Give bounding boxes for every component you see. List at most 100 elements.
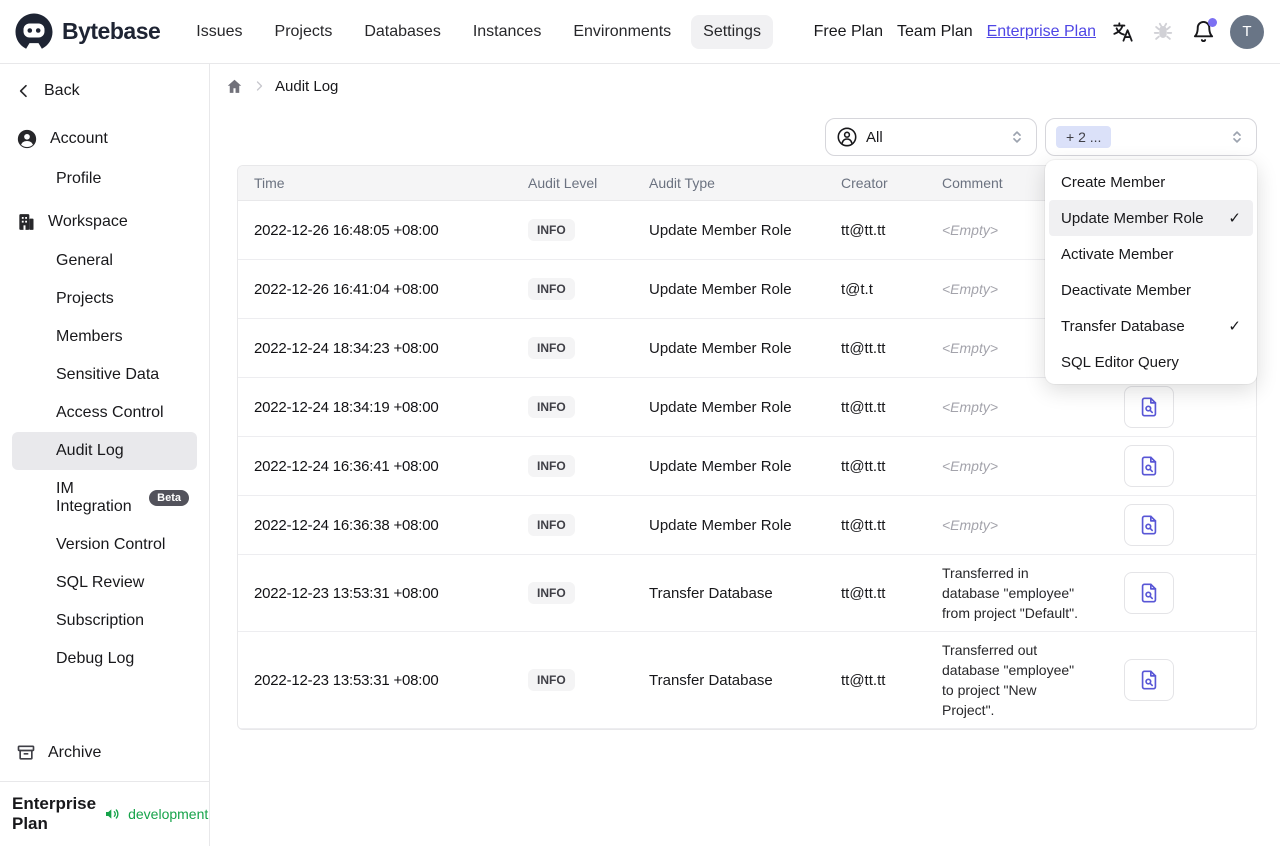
sidebar-item[interactable]: Version Control (12, 526, 197, 564)
level-badge: INFO (528, 396, 575, 418)
cell-comment: <Empty> (926, 448, 1104, 484)
cell-actions (1104, 651, 1256, 709)
environment-mode-label: development (128, 806, 209, 822)
cell-audit-type: Update Member Role (649, 339, 792, 357)
breadcrumb-current-page: Audit Log (275, 77, 339, 95)
sidebar-item-label: Profile (56, 170, 102, 187)
sidebar-item-label: Subscription (56, 612, 145, 629)
sidebar-item[interactable]: Sensitive Data (12, 356, 197, 394)
creator-filter-select[interactable]: All (825, 118, 1037, 156)
cell-creator: t@t.t (841, 280, 873, 298)
level-badge: INFO (528, 219, 575, 241)
back-button[interactable]: Back (12, 74, 197, 108)
sidebar-item-label: SQL Review (56, 574, 145, 591)
table-row: 2022-12-23 13:53:31 +08:00 INFO Transfer… (238, 632, 1256, 729)
audit-type-filter-value: + 2 ... (1056, 126, 1112, 148)
menu-item[interactable]: SQL Editor Query (1049, 344, 1253, 380)
table-row: 2022-12-23 13:53:31 +08:00 INFO Transfer… (238, 555, 1256, 632)
cell-time: 2022-12-24 18:34:19 +08:00 (254, 398, 439, 416)
cell-audit-type: Update Member Role (649, 280, 792, 298)
top-navigation: Bytebase Issues Projects Databases Insta… (0, 0, 1280, 64)
team-plan-label: Team Plan (897, 22, 973, 40)
cell-time: 2022-12-24 16:36:38 +08:00 (254, 516, 439, 534)
bug-report-icon[interactable] (1150, 19, 1176, 45)
sidebar-item-label: General (56, 252, 113, 269)
cell-actions (1104, 378, 1256, 436)
filter-bar: All + 2 ... (222, 118, 1257, 156)
cell-audit-type: Update Member Role (649, 516, 792, 534)
nav-link[interactable]: Instances (461, 15, 553, 49)
sidebar-item[interactable]: Projects (12, 280, 197, 318)
main-nav: Issues Projects Databases Instances Envi… (184, 14, 773, 49)
sidebar-item[interactable]: General (12, 242, 197, 280)
view-detail-button[interactable] (1124, 445, 1174, 487)
cell-time: 2022-12-24 16:36:41 +08:00 (254, 457, 439, 475)
enterprise-plan-link[interactable]: Enterprise Plan (987, 23, 1096, 41)
cell-audit-level: INFO (512, 329, 633, 367)
free-plan-label: Free Plan (813, 22, 884, 40)
brand-name: Bytebase (62, 18, 161, 44)
cell-comment: <Empty> (926, 389, 1104, 425)
menu-item[interactable]: Update Member Role ✓ (1049, 200, 1253, 236)
nav-link[interactable]: Issues (184, 15, 254, 49)
cell-time: 2022-12-24 18:34:23 +08:00 (254, 339, 439, 357)
nav-link[interactable]: Databases (352, 15, 453, 49)
level-badge: INFO (528, 669, 575, 691)
view-detail-button[interactable] (1124, 659, 1174, 701)
sidebar-item[interactable]: Access Control (12, 394, 197, 432)
translate-icon[interactable] (1110, 19, 1136, 45)
cell-comment: Transferred in database "employee" from … (926, 555, 1104, 631)
view-detail-button[interactable] (1124, 386, 1174, 428)
comment-text: <Empty> (942, 222, 999, 238)
sidebar-item[interactable]: Profile (12, 160, 197, 198)
sidebar-item[interactable]: Subscription (12, 602, 197, 640)
sidebar-item[interactable]: Members (12, 318, 197, 356)
menu-item[interactable]: Activate Member (1049, 236, 1253, 272)
cell-creator: tt@tt.tt (841, 671, 886, 689)
cell-time: 2022-12-26 16:41:04 +08:00 (254, 280, 439, 298)
view-detail-button[interactable] (1124, 504, 1174, 546)
section-label: Workspace (48, 213, 128, 230)
archive-button[interactable]: Archive (12, 733, 197, 773)
user-avatar[interactable]: T (1230, 14, 1264, 49)
sidebar-item[interactable]: SQL Review (12, 564, 197, 602)
user-circle-outline-icon (836, 126, 858, 148)
cell-audit-type: Update Member Role (649, 398, 792, 416)
comment-text: Transferred in database "employee" from … (942, 565, 1078, 621)
menu-item-label: SQL Editor Query (1061, 353, 1179, 371)
menu-item[interactable]: Create Member (1049, 164, 1253, 200)
brand-logo[interactable]: Bytebase (14, 12, 161, 52)
table-row: 2022-12-24 16:36:38 +08:00 INFO Update M… (238, 496, 1256, 555)
comment-text: <Empty> (942, 458, 999, 474)
back-label: Back (44, 82, 80, 99)
view-detail-button[interactable] (1124, 572, 1174, 614)
sidebar-item-label: Sensitive Data (56, 366, 160, 383)
notifications-bell-icon[interactable] (1190, 17, 1217, 45)
level-badge: INFO (528, 278, 575, 300)
user-circle-icon (16, 128, 38, 150)
audit-type-filter-select[interactable]: + 2 ... (1045, 118, 1257, 156)
menu-item-label: Deactivate Member (1061, 281, 1192, 299)
chevron-right-icon (253, 80, 265, 92)
menu-item-label: Create Member (1061, 173, 1166, 191)
file-search-icon (1141, 670, 1157, 690)
menu-item[interactable]: Transfer Database ✓ (1049, 308, 1253, 344)
home-icon[interactable] (226, 78, 243, 95)
sidebar-item[interactable]: Debug Log (12, 640, 197, 678)
level-badge: INFO (528, 514, 575, 536)
sidebar-item-label: Audit Log (56, 442, 124, 459)
menu-item[interactable]: Deactivate Member (1049, 272, 1253, 308)
comment-text: Transferred out database "employee" to p… (942, 642, 1075, 718)
nav-link[interactable]: Projects (263, 15, 345, 49)
level-badge: INFO (528, 337, 575, 359)
building-icon (16, 212, 36, 232)
sidebar-section-workspace: Workspace (12, 202, 197, 242)
sidebar-item[interactable]: IM Integration Beta (12, 470, 197, 526)
nav-link[interactable]: Settings (691, 14, 773, 49)
cell-audit-type: Update Member Role (649, 457, 792, 475)
cell-comment: <Empty> (926, 507, 1104, 543)
nav-link[interactable]: Environments (561, 15, 683, 49)
cell-audit-level: INFO (512, 270, 633, 308)
beta-badge: Beta (149, 490, 189, 506)
sidebar-item[interactable]: Audit Log (12, 432, 197, 470)
